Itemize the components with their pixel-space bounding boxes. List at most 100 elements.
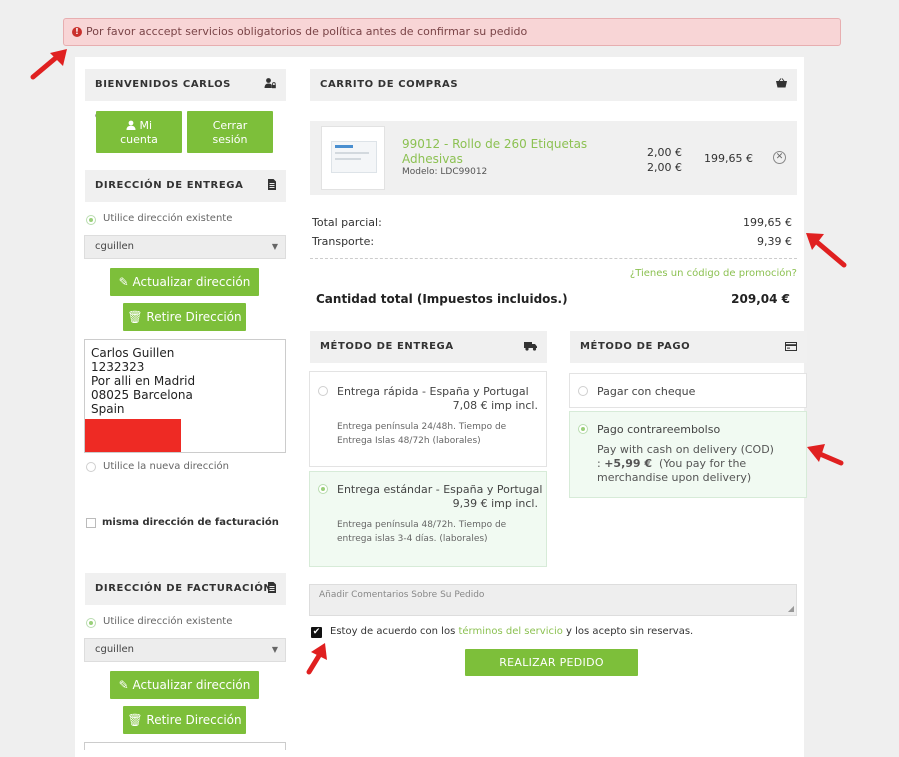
delivery-address-title: DIRECCIÓN DE ENTREGA bbox=[95, 180, 244, 191]
shipping-standard-desc: Entrega península 48/72h. Tiempo de entr… bbox=[337, 518, 506, 546]
logout-label: Cerrar sesión bbox=[212, 119, 248, 146]
document-icon bbox=[268, 179, 276, 190]
credit-card-icon bbox=[785, 342, 797, 351]
desc-line: entrega islas 3-4 días. (laborales) bbox=[337, 534, 488, 544]
update-delivery-label: Actualizar dirección bbox=[132, 275, 251, 289]
subtotal-label: Total parcial: bbox=[312, 216, 382, 229]
desc-line: merchandise upon delivery) bbox=[597, 471, 752, 484]
product-name-line: 99012 - Rollo de 260 Etiquetas bbox=[402, 137, 588, 151]
annotation-arrow bbox=[306, 643, 327, 675]
remove-item-icon[interactable]: ✕ bbox=[773, 151, 786, 164]
use-new-delivery-label: Utilice la nueva dirección bbox=[103, 461, 229, 472]
desc-line: : +5,99 € (You pay for the bbox=[597, 457, 774, 471]
same-billing-label: misma dirección de facturación bbox=[102, 517, 279, 528]
document-icon bbox=[268, 582, 276, 593]
cod-fee: +5,99 € bbox=[604, 457, 653, 470]
trash-icon: 🗑 bbox=[127, 713, 143, 727]
payment-cod-radio[interactable] bbox=[578, 424, 588, 434]
billing-select-value: cguillen bbox=[95, 644, 135, 655]
cart-item-row: 99012 - Rollo de 260 Etiquetas Adhesivas… bbox=[310, 121, 797, 195]
remove-billing-label: Retire Dirección bbox=[146, 713, 242, 727]
trash-icon: 🗑 bbox=[127, 310, 143, 324]
delivery-address-textarea[interactable]: Carlos Guillen 1232323 Por alli en Madri… bbox=[84, 339, 286, 453]
shipping-option-standard[interactable]: Entrega estándar - España y Portugal 9,3… bbox=[309, 471, 547, 567]
update-delivery-address-button[interactable]: ✎ Actualizar dirección bbox=[110, 268, 259, 296]
update-billing-address-button[interactable]: ✎ Actualizar dirección bbox=[110, 671, 259, 699]
address-line: 1232323 bbox=[91, 360, 145, 374]
grand-total-label: Cantidad total (Impuestos incluidos.) bbox=[316, 292, 568, 306]
comments-placeholder: Añadir Comentarios Sobre Su Pedido bbox=[319, 590, 485, 600]
terms-checkbox[interactable]: ✔ bbox=[311, 627, 322, 638]
shipping-standard-radio[interactable] bbox=[318, 484, 328, 494]
billing-address-textarea[interactable] bbox=[84, 742, 286, 750]
desc-line: Pay with cash on delivery (COD) bbox=[597, 443, 774, 456]
product-thumbnail[interactable] bbox=[321, 126, 385, 190]
billing-address-select[interactable]: cguillen ▼ bbox=[84, 638, 286, 662]
unit-prices: 2,00 € 2,00 € bbox=[647, 145, 682, 175]
remove-delivery-address-button[interactable]: 🗑 Retire Dirección bbox=[123, 303, 246, 331]
payment-cheque-radio[interactable] bbox=[578, 386, 588, 396]
place-order-button[interactable]: REALIZAR PEDIDO bbox=[465, 649, 638, 676]
payment-cod-name: Pago contrareembolso bbox=[597, 423, 721, 436]
shipping-express-name: Entrega rápida - España y Portugal bbox=[337, 385, 529, 398]
resize-handle-icon[interactable]: ◢ bbox=[788, 605, 794, 613]
truck-icon bbox=[524, 341, 537, 351]
payment-option-cheque[interactable]: Pagar con cheque bbox=[569, 373, 807, 408]
remove-billing-address-button[interactable]: 🗑 Retire Dirección bbox=[123, 706, 246, 734]
welcome-header: BIENVENIDOS CARLOS GUILLEN bbox=[85, 69, 286, 122]
address-line: 08025 Barcelona bbox=[91, 388, 193, 402]
alert-text: Por favor acccept servicios obligatorios… bbox=[86, 25, 528, 38]
comments-textarea[interactable]: Añadir Comentarios Sobre Su Pedido ◢ bbox=[309, 584, 797, 616]
delivery-address-text: Carlos Guillen 1232323 Por alli en Madri… bbox=[91, 346, 195, 416]
promo-code-link[interactable]: ¿Tienes un código de promoción? bbox=[560, 268, 797, 279]
shipping-express-radio[interactable] bbox=[318, 386, 328, 396]
user-lock-icon bbox=[264, 77, 276, 89]
payment-cod-desc: Pay with cash on delivery (COD) : +5,99 … bbox=[597, 443, 774, 485]
use-existing-delivery-radio[interactable] bbox=[86, 215, 96, 225]
address-line: Por alli en Madrid bbox=[91, 374, 196, 388]
redaction-block bbox=[85, 419, 181, 452]
billing-address-title: DIRECCIÓN DE FACTURACIÓN bbox=[95, 583, 273, 594]
annotation-arrow bbox=[30, 49, 67, 80]
delivery-address-select[interactable]: cguillen ▼ bbox=[84, 235, 286, 259]
subtotal-value: 199,65 € bbox=[743, 216, 792, 229]
terms-text: Estoy de acuerdo con los términos del se… bbox=[330, 626, 693, 637]
logout-button[interactable]: Cerrar sesión bbox=[187, 111, 273, 153]
billing-address-header: DIRECCIÓN DE FACTURACIÓN bbox=[85, 573, 286, 605]
unit-price: 2,00 € bbox=[647, 161, 682, 174]
my-account-button[interactable]: Mi cuenta bbox=[96, 111, 182, 153]
shipping-option-express[interactable]: Entrega rápida - España y Portugal 7,08 … bbox=[309, 371, 547, 467]
use-new-delivery-radio[interactable] bbox=[86, 462, 96, 472]
payment-cheque-name: Pagar con cheque bbox=[597, 385, 696, 398]
address-line: Spain bbox=[91, 402, 125, 416]
use-existing-billing-label: Utilice dirección existente bbox=[103, 616, 233, 627]
product-name-line: Adhesivas bbox=[402, 152, 463, 166]
delivery-address-header: DIRECCIÓN DE ENTREGA bbox=[85, 170, 286, 202]
terms-of-service-link[interactable]: términos del servicio bbox=[458, 626, 562, 637]
cart-header: CARRITO DE COMPRAS bbox=[310, 69, 797, 101]
terms-suffix: y los acepto sin reservas. bbox=[562, 626, 694, 637]
desc-rest: (You pay for the bbox=[652, 457, 747, 470]
delivery-select-value: cguillen bbox=[95, 241, 135, 252]
use-existing-delivery-label: Utilice dirección existente bbox=[103, 213, 233, 224]
cart-title: CARRITO DE COMPRAS bbox=[320, 79, 459, 90]
user-icon bbox=[126, 120, 136, 130]
grand-total-value: 209,04 € bbox=[731, 292, 790, 306]
annotation-arrow bbox=[806, 233, 847, 268]
edit-icon: ✎ bbox=[118, 275, 129, 289]
product-name-link[interactable]: 99012 - Rollo de 260 Etiquetas Adhesivas bbox=[402, 137, 587, 167]
shipping-express-price: 7,08 € imp incl. bbox=[452, 399, 538, 412]
terms-prefix: Estoy de acuerdo con los bbox=[330, 626, 459, 637]
remove-delivery-label: Retire Dirección bbox=[146, 310, 242, 324]
desc-line: Entrega Islas 48/72h (laborales) bbox=[337, 436, 481, 446]
same-billing-checkbox[interactable] bbox=[86, 518, 96, 528]
shipping-value: 9,39 € bbox=[757, 235, 792, 248]
payment-method-title: MÉTODO DE PAGO bbox=[580, 341, 691, 352]
error-alert: ! Por favor acccept servicios obligatori… bbox=[63, 18, 841, 46]
divider bbox=[310, 258, 797, 259]
address-line: Carlos Guillen bbox=[91, 346, 175, 360]
payment-option-cod[interactable]: Pago contrareembolso Pay with cash on de… bbox=[569, 411, 807, 498]
use-existing-billing-radio[interactable] bbox=[86, 618, 96, 628]
basket-icon bbox=[776, 78, 787, 88]
shipping-label: Transporte: bbox=[312, 235, 375, 248]
